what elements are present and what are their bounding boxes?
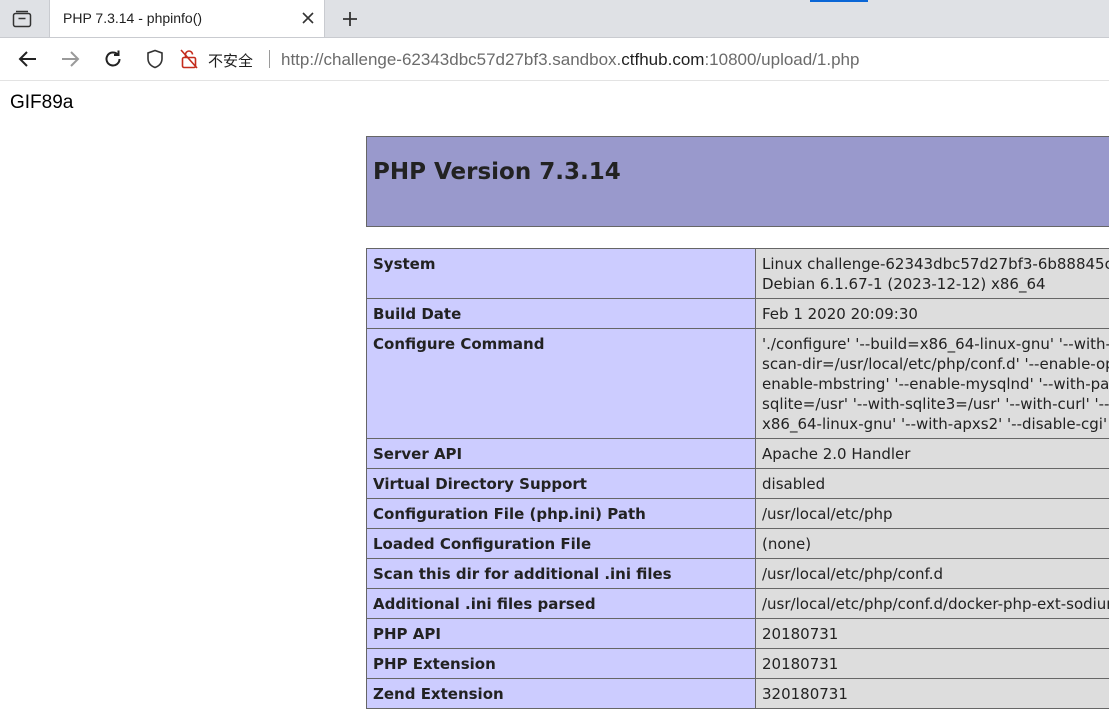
row-value-line: 20180731 bbox=[762, 655, 839, 673]
table-row: Server API Apache 2.0 Handler bbox=[366, 438, 1109, 469]
row-value-line: enable-mbstring' '--enable-mysqlnd' '--w… bbox=[762, 375, 1109, 393]
back-arrow-icon[interactable] bbox=[14, 45, 42, 73]
table-row: Build Date Feb 1 2020 20:09:30 bbox=[366, 298, 1109, 329]
row-value: Apache 2.0 Handler bbox=[755, 438, 1109, 469]
url-host: ctfhub.com bbox=[621, 50, 705, 69]
row-value: 320180731 bbox=[755, 678, 1109, 709]
row-value: './configure' '--build=x86_64-linux-gnu'… bbox=[755, 328, 1109, 439]
table-row: Zend Extension 320180731 bbox=[366, 678, 1109, 709]
row-value: /usr/local/etc/php/conf.d bbox=[755, 558, 1109, 589]
plus-icon[interactable] bbox=[337, 6, 363, 32]
row-value: /usr/local/etc/php bbox=[755, 498, 1109, 529]
row-value: /usr/local/etc/php/conf.d/docker-php-ext… bbox=[755, 588, 1109, 619]
row-label: PHP Extension bbox=[366, 648, 756, 679]
phpinfo-table: System Linux challenge-62343dbc57d27bf3-6… bbox=[366, 248, 1109, 709]
row-value-line: (none) bbox=[762, 535, 812, 553]
row-value-line: /usr/local/etc/php/conf.d bbox=[762, 565, 944, 583]
row-value-line: /usr/local/etc/php bbox=[762, 505, 893, 523]
row-value: Linux challenge-62343dbc57d27bf3-6b88845… bbox=[755, 248, 1109, 299]
row-value: disabled bbox=[755, 468, 1109, 499]
row-label: PHP API bbox=[366, 618, 756, 649]
insecure-lock-icon[interactable] bbox=[178, 48, 200, 70]
row-label: Configuration File (php.ini) Path bbox=[366, 498, 756, 529]
row-value-line: Feb 1 2020 20:09:30 bbox=[762, 305, 918, 323]
browser-tab[interactable]: PHP 7.3.14 - phpinfo() bbox=[49, 0, 325, 37]
row-label: System bbox=[366, 248, 756, 299]
url-text[interactable]: http://challenge-62343dbc57d27bf3.sandbo… bbox=[281, 50, 859, 70]
php-version-header: PHP Version 7.3.14 bbox=[366, 136, 1109, 227]
table-row: Additional .ini files parsed/usr/local/e… bbox=[366, 588, 1109, 619]
url-prefix: http://challenge-62343dbc57d27bf3.sandbo… bbox=[281, 50, 622, 69]
accent-strip bbox=[810, 0, 868, 2]
table-row: Configure Command './configure' '--build=… bbox=[366, 328, 1109, 439]
address-bar[interactable]: 不安全 http://challenge-62343dbc57d27bf3.sa… bbox=[140, 43, 1109, 75]
table-row: Virtual Directory Support disabled bbox=[366, 468, 1109, 499]
row-label: Additional .ini files parsed bbox=[366, 588, 756, 619]
row-value: Feb 1 2020 20:09:30 bbox=[755, 298, 1109, 329]
row-value-line: 320180731 bbox=[762, 685, 848, 703]
navigation-bar: 不安全 http://challenge-62343dbc57d27bf3.sa… bbox=[0, 38, 1109, 81]
tab-bar: PHP 7.3.14 - phpinfo() bbox=[0, 0, 1109, 38]
row-value-line: scan-dir=/usr/local/etc/php/conf.d' '--e… bbox=[762, 355, 1109, 373]
row-value: 20180731 bbox=[755, 618, 1109, 649]
row-label: Zend Extension bbox=[366, 678, 756, 709]
table-row: Loaded Configuration File (none) bbox=[366, 528, 1109, 559]
row-value-line: 20180731 bbox=[762, 625, 839, 643]
row-value-line: /usr/local/etc/php/conf.d/docker-php-ext… bbox=[762, 595, 1109, 613]
page-title: PHP Version 7.3.14 bbox=[373, 159, 621, 185]
shield-icon[interactable] bbox=[145, 49, 165, 69]
row-value: 20180731 bbox=[755, 648, 1109, 679]
row-label: Loaded Configuration File bbox=[366, 528, 756, 559]
row-value-line: sqlite=/usr' '--with-sqlite3=/usr' '--wi… bbox=[762, 395, 1109, 413]
row-value-line: Apache 2.0 Handler bbox=[762, 445, 911, 463]
close-icon[interactable] bbox=[298, 8, 318, 28]
tab-title: PHP 7.3.14 - phpinfo() bbox=[63, 10, 203, 26]
row-label: Build Date bbox=[366, 298, 756, 329]
gif-header-text: GIF89a bbox=[10, 92, 74, 113]
row-value-line: Debian 6.1.67-1 (2023-12-12) x86_64 bbox=[762, 275, 1046, 293]
table-row: PHP Extension 20180731 bbox=[366, 648, 1109, 679]
row-label: Configure Command bbox=[366, 328, 756, 439]
reload-icon[interactable] bbox=[99, 45, 127, 73]
forward-arrow-icon[interactable] bbox=[56, 45, 84, 73]
row-value: (none) bbox=[755, 528, 1109, 559]
row-value-line: './configure' '--build=x86_64-linux-gnu'… bbox=[762, 335, 1109, 353]
row-value-line: disabled bbox=[762, 475, 826, 493]
url-suffix: :10800/upload/1.php bbox=[704, 50, 860, 69]
table-row: Configuration File (php.ini) Path/usr/lo… bbox=[366, 498, 1109, 529]
row-label: Server API bbox=[366, 438, 756, 469]
table-row: System Linux challenge-62343dbc57d27bf3-6… bbox=[366, 248, 1109, 299]
row-value-line: x86_64-linux-gnu' '--with-apxs2' '--disa… bbox=[762, 415, 1109, 433]
row-label: Scan this dir for additional .ini files bbox=[366, 558, 756, 589]
table-row: Scan this dir for additional .ini files /… bbox=[366, 558, 1109, 589]
address-separator bbox=[269, 50, 270, 68]
insecure-label[interactable]: 不安全 bbox=[208, 50, 253, 71]
table-row: PHP API 20180731 bbox=[366, 618, 1109, 649]
tab-actions-icon[interactable] bbox=[6, 4, 38, 34]
row-value-line: Linux challenge-62343dbc57d27bf3-6b88845… bbox=[762, 255, 1109, 273]
row-label: Virtual Directory Support bbox=[366, 468, 756, 499]
